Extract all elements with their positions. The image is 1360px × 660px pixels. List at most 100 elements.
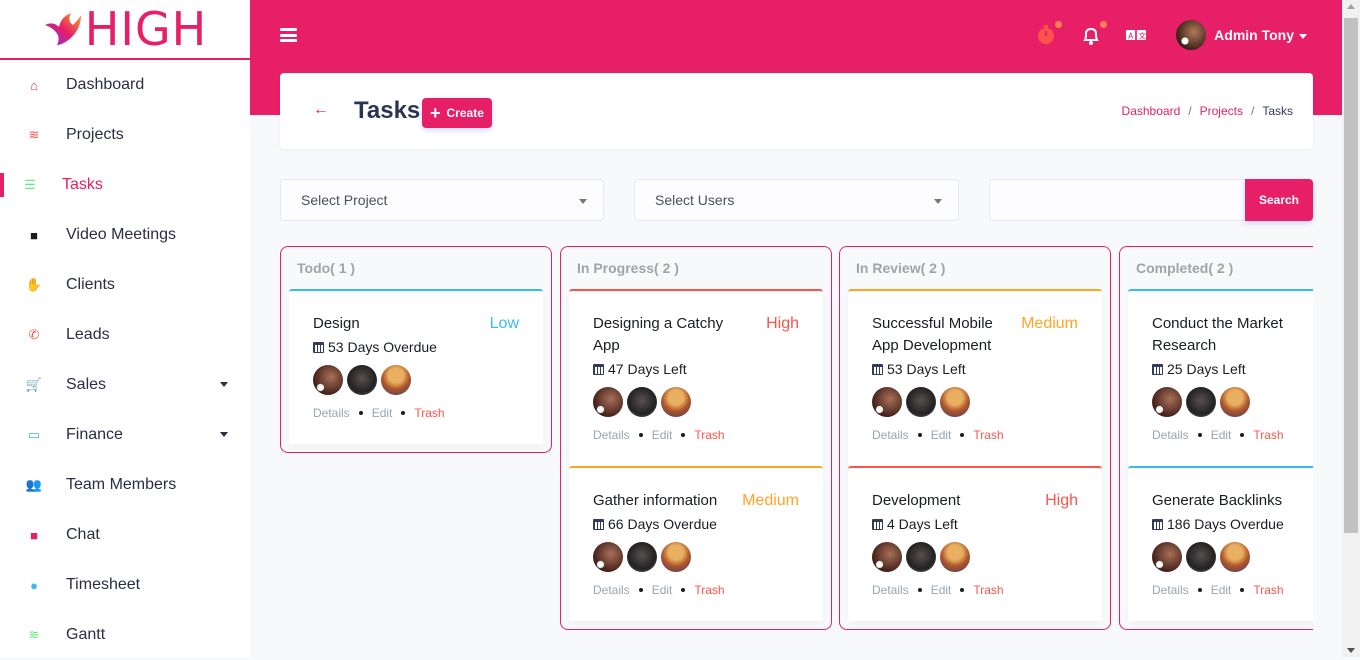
sidebar-item-clients[interactable]: ✋ Clients	[0, 260, 250, 310]
kanban-column: In Progress( 2 ) Designing a Catchy App Hi…	[560, 246, 832, 630]
edit-link[interactable]: Edit	[652, 583, 673, 597]
scroll-up-arrow-icon[interactable]	[1347, 4, 1355, 9]
page-scrollbar[interactable]	[1342, 0, 1360, 657]
sidebar-item-chat[interactable]: ■ Chat	[0, 510, 250, 560]
avatar[interactable]	[872, 387, 902, 417]
avatar[interactable]	[872, 542, 902, 572]
card-actions: Details Edit Trash	[872, 428, 1078, 466]
edit-link[interactable]: Edit	[1211, 583, 1232, 597]
notification-dot	[1100, 21, 1108, 28]
avatar[interactable]	[627, 387, 657, 417]
sidebar-item-timesheet[interactable]: ● Timesheet	[0, 560, 250, 610]
users-select-placeholder: Select Users	[655, 192, 735, 208]
bullet-separator	[358, 411, 363, 415]
edit-link[interactable]: Edit	[931, 428, 952, 442]
trash-link[interactable]: Trash	[414, 406, 444, 420]
avatar[interactable]	[1186, 387, 1216, 417]
details-link[interactable]: Details	[872, 428, 909, 442]
scroll-thumb[interactable]	[1344, 18, 1358, 533]
avatar[interactable]	[1186, 542, 1216, 572]
avatar[interactable]	[906, 387, 936, 417]
sidebar-item-gantt[interactable]: ≋ Gantt	[0, 610, 250, 660]
avatar[interactable]	[1220, 542, 1250, 572]
menu-toggle-icon[interactable]	[280, 28, 297, 42]
edit-link[interactable]: Edit	[1211, 428, 1232, 442]
sidebar-item-leads[interactable]: ✆ Leads	[0, 310, 250, 360]
task-card[interactable]: Designing a Catchy App High 47 Days Left De…	[569, 289, 823, 466]
user-menu[interactable]: Admin Tony	[1214, 27, 1307, 43]
assignee-avatars	[872, 387, 1078, 417]
details-link[interactable]: Details	[1152, 583, 1189, 597]
card-actions: Details Edit Trash	[1152, 583, 1313, 621]
breadcrumb-projects[interactable]: Projects	[1200, 104, 1243, 118]
sidebar-item-label: Leads	[66, 326, 110, 343]
sidebar-item-dashboard[interactable]: ⌂ Dashboard	[0, 60, 250, 110]
sidebar-item-label: Clients	[66, 276, 115, 293]
sidebar-item-tasks[interactable]: ☰ Tasks	[0, 160, 250, 210]
edit-link[interactable]: Edit	[652, 428, 673, 442]
search-input[interactable]	[989, 179, 1245, 221]
logo[interactable]: HIGH	[0, 0, 250, 60]
trash-link[interactable]: Trash	[973, 583, 1003, 597]
stopwatch-icon[interactable]	[1036, 21, 1063, 45]
task-card[interactable]: Development High 4 Days Left Details Edit Tra…	[848, 466, 1102, 621]
edit-link[interactable]: Edit	[372, 406, 393, 420]
task-card[interactable]: Conduct the Market Research 25 Days Left D…	[1128, 289, 1313, 466]
trash-link[interactable]: Trash	[1253, 583, 1283, 597]
avatar[interactable]	[940, 387, 970, 417]
breadcrumb-dashboard[interactable]: Dashboard	[1122, 104, 1181, 118]
search-button[interactable]: Search	[1245, 179, 1313, 221]
sidebar-item-team-members[interactable]: 👥 Team Members	[0, 460, 250, 510]
users-select[interactable]: Select Users	[634, 179, 959, 221]
language-icon[interactable]: A文	[1126, 25, 1147, 45]
sidebar-item-sales[interactable]: 🛒 Sales	[0, 360, 250, 410]
task-title: Development	[872, 492, 961, 509]
project-select[interactable]: Select Project	[280, 179, 604, 221]
trash-link[interactable]: Trash	[973, 428, 1003, 442]
avatar[interactable]	[1152, 387, 1182, 417]
sidebar-item-video-meetings[interactable]: ■ Video Meetings	[0, 210, 250, 260]
sidebar-item-label: Timesheet	[66, 576, 141, 593]
column-title: In Progress( 2 )	[577, 260, 679, 276]
trash-link[interactable]: Trash	[694, 583, 724, 597]
avatar[interactable]	[1220, 387, 1250, 417]
task-card[interactable]: Design Low 53 Days Overdue Details Edit Trash	[289, 289, 543, 444]
calendar-icon	[313, 341, 324, 353]
task-card[interactable]: Generate Backlinks 186 Days Overdue Detail…	[1128, 466, 1313, 621]
details-link[interactable]: Details	[1152, 428, 1189, 442]
bell-icon[interactable]	[1081, 21, 1108, 45]
avatar[interactable]	[313, 365, 343, 395]
details-link[interactable]: Details	[313, 406, 350, 420]
svg-text:A: A	[1128, 31, 1134, 40]
avatar[interactable]	[906, 542, 936, 572]
avatar[interactable]	[593, 387, 623, 417]
sidebar-item-projects[interactable]: ≋ Projects	[0, 110, 250, 160]
due-text: 53 Days Overdue	[328, 339, 437, 355]
avatar[interactable]	[661, 387, 691, 417]
due-info: 47 Days Left	[593, 361, 799, 377]
card-actions: Details Edit Trash	[593, 428, 799, 466]
sidebar-item-finance[interactable]: ▭ Finance	[0, 410, 250, 460]
edit-link[interactable]: Edit	[931, 583, 952, 597]
task-card[interactable]: Gather information Medium 66 Days Overdue D…	[569, 466, 823, 621]
details-link[interactable]: Details	[593, 583, 630, 597]
trash-link[interactable]: Trash	[694, 428, 724, 442]
avatar[interactable]	[593, 542, 623, 572]
details-link[interactable]: Details	[872, 583, 909, 597]
create-task-button[interactable]: + Create	[422, 98, 492, 128]
avatar[interactable]	[940, 542, 970, 572]
avatar[interactable]	[661, 542, 691, 572]
trash-link[interactable]: Trash	[1253, 428, 1283, 442]
plus-icon: +	[430, 103, 441, 123]
scroll-down-arrow-icon[interactable]	[1347, 648, 1355, 653]
user-avatar[interactable]	[1176, 20, 1207, 50]
avatar[interactable]	[381, 365, 411, 395]
chevron-down-icon	[579, 199, 587, 204]
avatar[interactable]	[627, 542, 657, 572]
avatar[interactable]	[1152, 542, 1182, 572]
task-card[interactable]: Successful Mobile App Development Medium 5…	[848, 289, 1102, 466]
details-link[interactable]: Details	[593, 428, 630, 442]
back-arrow-icon[interactable]: ←	[313, 101, 329, 119]
calendar-icon	[593, 518, 604, 530]
avatar[interactable]	[347, 365, 377, 395]
